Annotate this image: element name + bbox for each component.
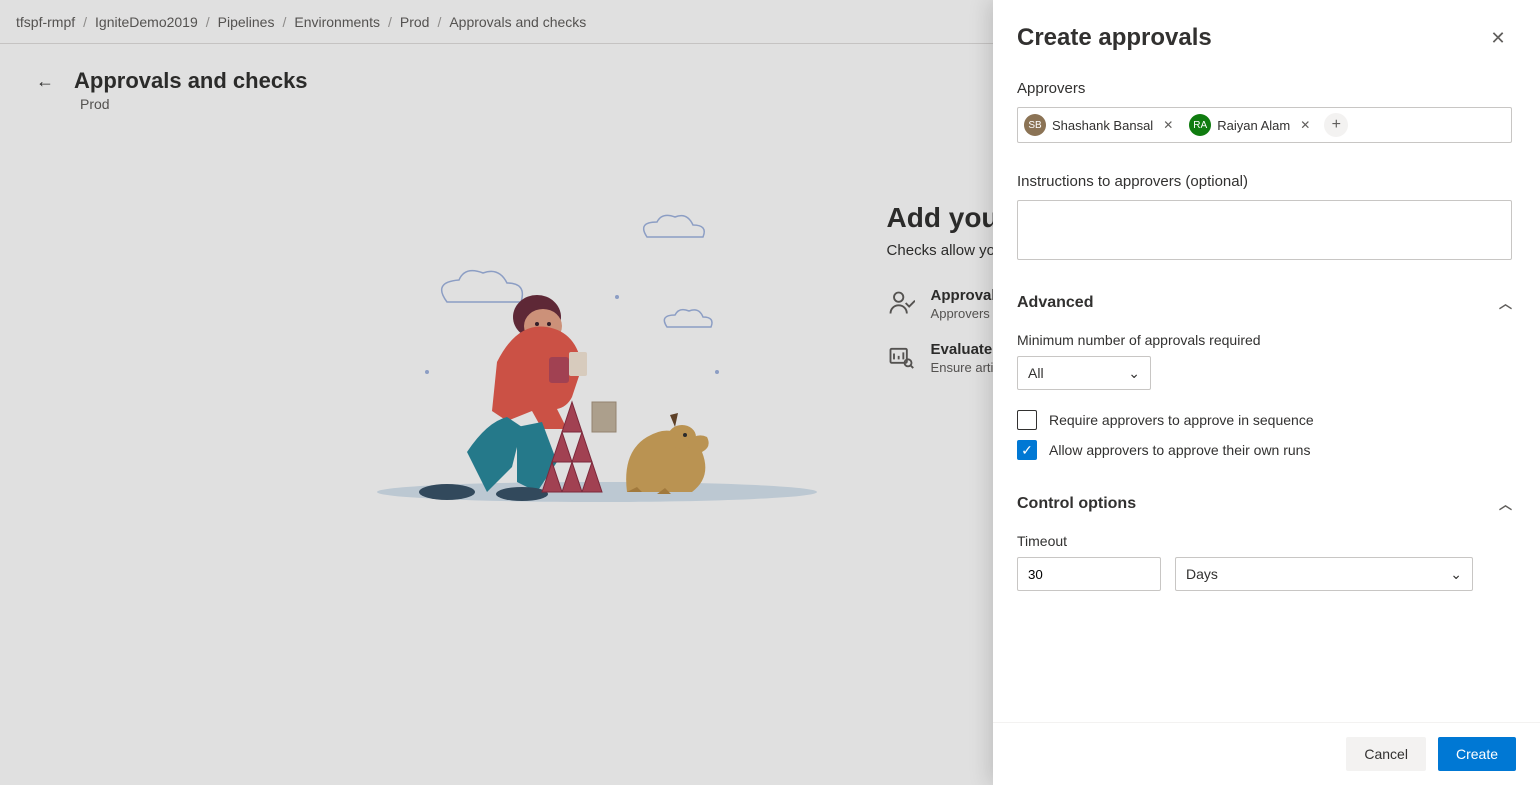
back-arrow-icon[interactable]: ← (36, 71, 54, 92)
chevron-up-icon: ︿ (1499, 494, 1512, 513)
chevron-down-icon: ⌄ (1450, 566, 1462, 583)
breadcrumb-item[interactable]: Pipelines (218, 14, 275, 30)
chevron-up-icon: ︿ (1499, 293, 1512, 312)
breadcrumb-sep: / (206, 14, 210, 30)
remove-approver-icon[interactable]: ✕ (1159, 118, 1177, 132)
breadcrumb-item[interactable]: Prod (400, 14, 430, 30)
artifact-icon (887, 343, 915, 371)
breadcrumb-item[interactable]: tfspf-rmpf (16, 14, 75, 30)
cancel-button[interactable]: Cancel (1346, 737, 1426, 771)
min-approvals-value: All (1028, 365, 1044, 381)
avatar-icon: SB (1024, 114, 1046, 136)
panel-footer: Cancel Create (993, 722, 1540, 785)
own-runs-checkbox[interactable]: ✓ (1017, 440, 1037, 460)
instructions-input[interactable] (1017, 200, 1512, 260)
page-title: Approvals and checks (74, 68, 308, 94)
min-approvals-label: Minimum number of approvals required (1017, 332, 1512, 348)
approvers-input[interactable]: SB Shashank Bansal ✕ RA Raiyan Alam ✕ + (1017, 107, 1512, 143)
breadcrumb-sep: / (83, 14, 87, 30)
control-options-label: Control options (1017, 495, 1136, 513)
approvers-label: Approvers (1017, 80, 1512, 97)
breadcrumb-item[interactable]: Environments (294, 14, 380, 30)
remove-approver-icon[interactable]: ✕ (1296, 118, 1314, 132)
timeout-unit-select[interactable]: Days ⌄ (1175, 557, 1473, 591)
breadcrumb-sep: / (437, 14, 441, 30)
breadcrumb-sep: / (282, 14, 286, 30)
approver-chip: SB Shashank Bansal ✕ (1022, 112, 1181, 138)
close-icon[interactable]: ✕ (1484, 24, 1512, 52)
person-icon (887, 289, 915, 317)
approver-chip: RA Raiyan Alam ✕ (1187, 112, 1318, 138)
timeout-value-input[interactable] (1017, 557, 1161, 591)
breadcrumb-sep: / (388, 14, 392, 30)
instructions-label: Instructions to approvers (optional) (1017, 173, 1512, 190)
own-runs-checkbox-label: Allow approvers to approve their own run… (1049, 442, 1310, 458)
advanced-label: Advanced (1017, 294, 1093, 312)
breadcrumb-item[interactable]: Approvals and checks (449, 14, 586, 30)
create-approvals-panel: Create approvals ✕ Approvers SB Shashank… (993, 0, 1540, 785)
avatar-icon: RA (1189, 114, 1211, 136)
control-options-section-toggle[interactable]: Control options ︿ (1017, 494, 1512, 513)
min-approvals-select[interactable]: All ⌄ (1017, 356, 1151, 390)
timeout-unit-value: Days (1186, 566, 1218, 582)
create-button[interactable]: Create (1438, 737, 1516, 771)
timeout-label: Timeout (1017, 533, 1512, 549)
breadcrumb-item[interactable]: IgniteDemo2019 (95, 14, 198, 30)
empty-state-illustration (367, 202, 827, 502)
chevron-down-icon: ⌄ (1128, 365, 1140, 382)
advanced-section-toggle[interactable]: Advanced ︿ (1017, 293, 1512, 312)
approver-name: Shashank Bansal (1052, 118, 1153, 133)
add-approver-button[interactable]: + (1324, 113, 1348, 137)
panel-title: Create approvals (1017, 24, 1212, 52)
approver-name: Raiyan Alam (1217, 118, 1290, 133)
sequence-checkbox-label: Require approvers to approve in sequence (1049, 412, 1314, 428)
sequence-checkbox[interactable] (1017, 410, 1037, 430)
